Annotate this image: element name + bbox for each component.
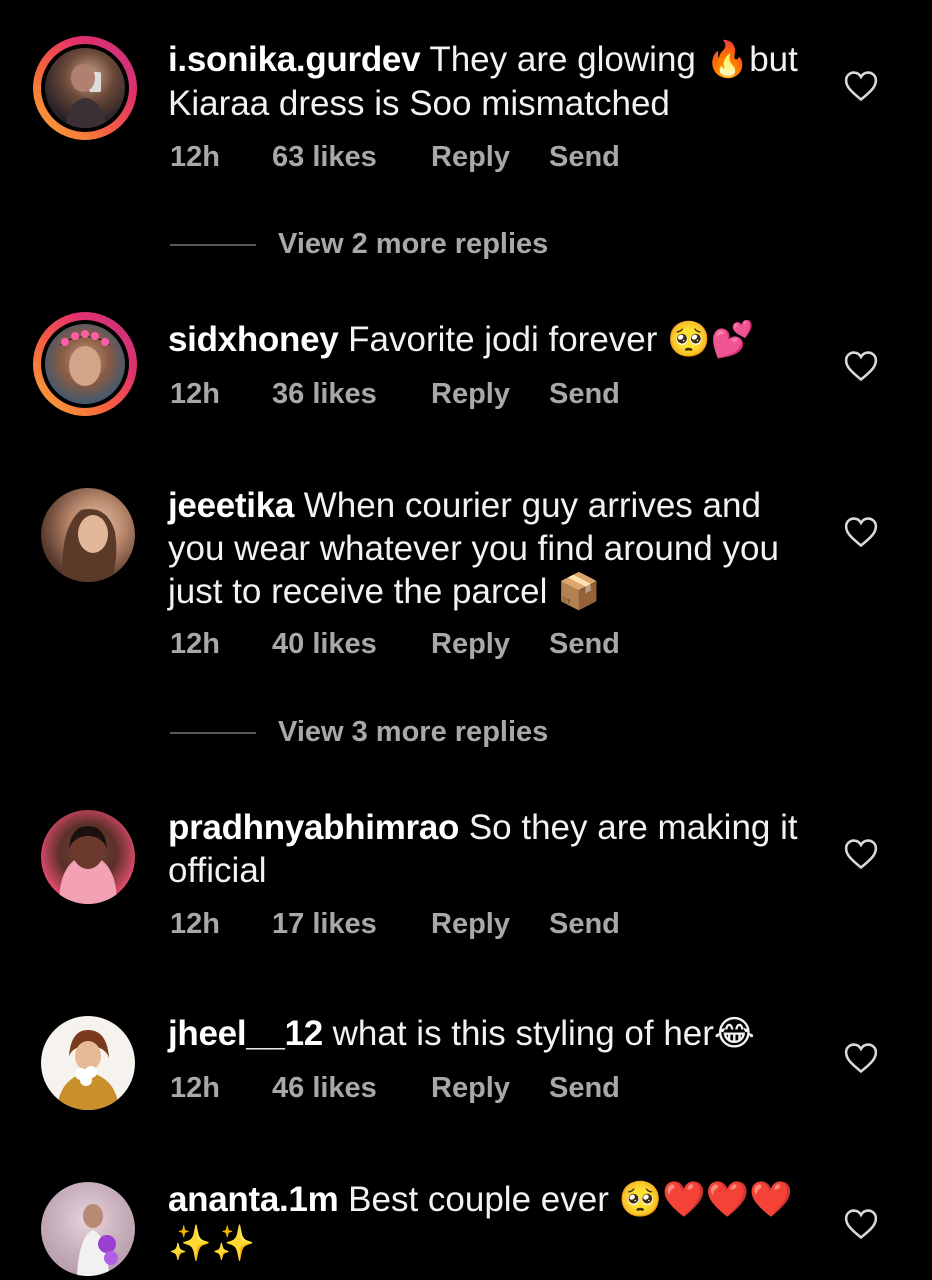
avatar-image-icon bbox=[77, 1204, 118, 1276]
avatar-wrapper[interactable] bbox=[41, 488, 135, 582]
heart-outline-icon[interactable] bbox=[844, 70, 878, 102]
comment-text: jeeetika When courier guy arrives and yo… bbox=[168, 484, 818, 614]
avatar-image-icon bbox=[59, 826, 117, 904]
avatar[interactable] bbox=[41, 44, 129, 132]
comment-time: 12h bbox=[170, 908, 220, 940]
replies-divider bbox=[170, 244, 256, 246]
replies-divider bbox=[170, 732, 256, 734]
view-replies-label[interactable]: View 2 more replies bbox=[278, 228, 548, 261]
comment-text: i.sonika.gurdev They are glowing 🔥but Ki… bbox=[168, 38, 818, 125]
reply-button[interactable]: Reply bbox=[431, 628, 510, 661]
comment-time: 12h bbox=[170, 378, 220, 410]
send-button[interactable]: Send bbox=[549, 628, 620, 661]
likes-count[interactable]: 46 likes bbox=[272, 1072, 377, 1105]
comment-text: sidxhoney Favorite jodi forever 🥺💕 bbox=[168, 318, 818, 362]
view-replies-label[interactable]: View 3 more replies bbox=[278, 716, 548, 749]
comment-username[interactable]: jeeetika bbox=[168, 486, 294, 525]
comment-text: pradhnyabhimrao So they are making it of… bbox=[168, 806, 818, 892]
send-button[interactable]: Send bbox=[549, 1072, 620, 1105]
avatar[interactable] bbox=[41, 1182, 135, 1276]
comment-username[interactable]: pradhnyabhimrao bbox=[168, 808, 459, 847]
sparkles-emoji: ✨✨ bbox=[168, 1224, 256, 1264]
avatar-image-icon bbox=[62, 508, 117, 582]
avatar-story-ring[interactable] bbox=[33, 312, 137, 416]
avatar-story-ring[interactable] bbox=[33, 36, 137, 140]
laughing-emoji: 😂 bbox=[713, 1014, 755, 1054]
heart-outline-icon[interactable] bbox=[844, 1208, 878, 1240]
reply-button[interactable]: Reply bbox=[431, 1072, 510, 1105]
avatar-wrapper[interactable] bbox=[41, 1182, 135, 1276]
avatar[interactable] bbox=[41, 810, 135, 904]
avatar-image-icon bbox=[59, 330, 111, 386]
heart-outline-icon[interactable] bbox=[844, 838, 878, 870]
send-button[interactable]: Send bbox=[549, 908, 620, 941]
comment-body: what is this styling of her bbox=[322, 1014, 714, 1053]
heart-outline-icon[interactable] bbox=[844, 350, 878, 382]
reply-button[interactable]: Reply bbox=[431, 908, 510, 941]
fire-emoji: 🔥 bbox=[705, 40, 750, 80]
send-button[interactable]: Send bbox=[549, 378, 620, 411]
comment-body: Favorite jodi forever bbox=[338, 320, 668, 359]
send-button[interactable]: Send bbox=[549, 141, 620, 174]
heart-outline-icon[interactable] bbox=[844, 516, 878, 548]
comment-text: ananta.1m Best couple ever 🥺❤️❤️❤️ ✨✨ bbox=[168, 1178, 818, 1266]
likes-count[interactable]: 36 likes bbox=[272, 378, 377, 411]
avatar-image-icon bbox=[57, 1030, 119, 1110]
comment-time: 12h bbox=[170, 628, 220, 660]
avatar-wrapper[interactable] bbox=[41, 1016, 135, 1110]
comment-time: 12h bbox=[170, 1072, 220, 1104]
avatar[interactable] bbox=[41, 320, 129, 408]
comment-body: They are glowing bbox=[420, 40, 706, 79]
avatar-image-icon bbox=[65, 64, 107, 128]
reply-button[interactable]: Reply bbox=[431, 378, 510, 411]
avatar[interactable] bbox=[41, 1016, 135, 1110]
comment-username[interactable]: ananta.1m bbox=[168, 1180, 339, 1219]
pleading-heart-emoji: 🥺💕 bbox=[667, 320, 755, 360]
comment-text: jheel__12 what is this styling of her😂 bbox=[168, 1012, 818, 1056]
avatar-wrapper[interactable] bbox=[41, 810, 135, 904]
likes-count[interactable]: 40 likes bbox=[272, 628, 377, 661]
comment-body: Best couple ever bbox=[338, 1180, 619, 1219]
heart-outline-icon[interactable] bbox=[844, 1042, 878, 1074]
package-emoji: 📦 bbox=[557, 572, 601, 612]
likes-count[interactable]: 17 likes bbox=[272, 908, 377, 941]
comment-username[interactable]: jheel__12 bbox=[168, 1014, 323, 1053]
avatar[interactable] bbox=[41, 488, 135, 582]
comment-username[interactable]: i.sonika.gurdev bbox=[168, 40, 421, 79]
reply-button[interactable]: Reply bbox=[431, 141, 510, 174]
pleading-hearts-emoji: 🥺❤️❤️❤️ bbox=[618, 1180, 793, 1220]
likes-count[interactable]: 63 likes bbox=[272, 141, 377, 174]
comment-time: 12h bbox=[170, 141, 220, 173]
comment-username[interactable]: sidxhoney bbox=[168, 320, 339, 359]
